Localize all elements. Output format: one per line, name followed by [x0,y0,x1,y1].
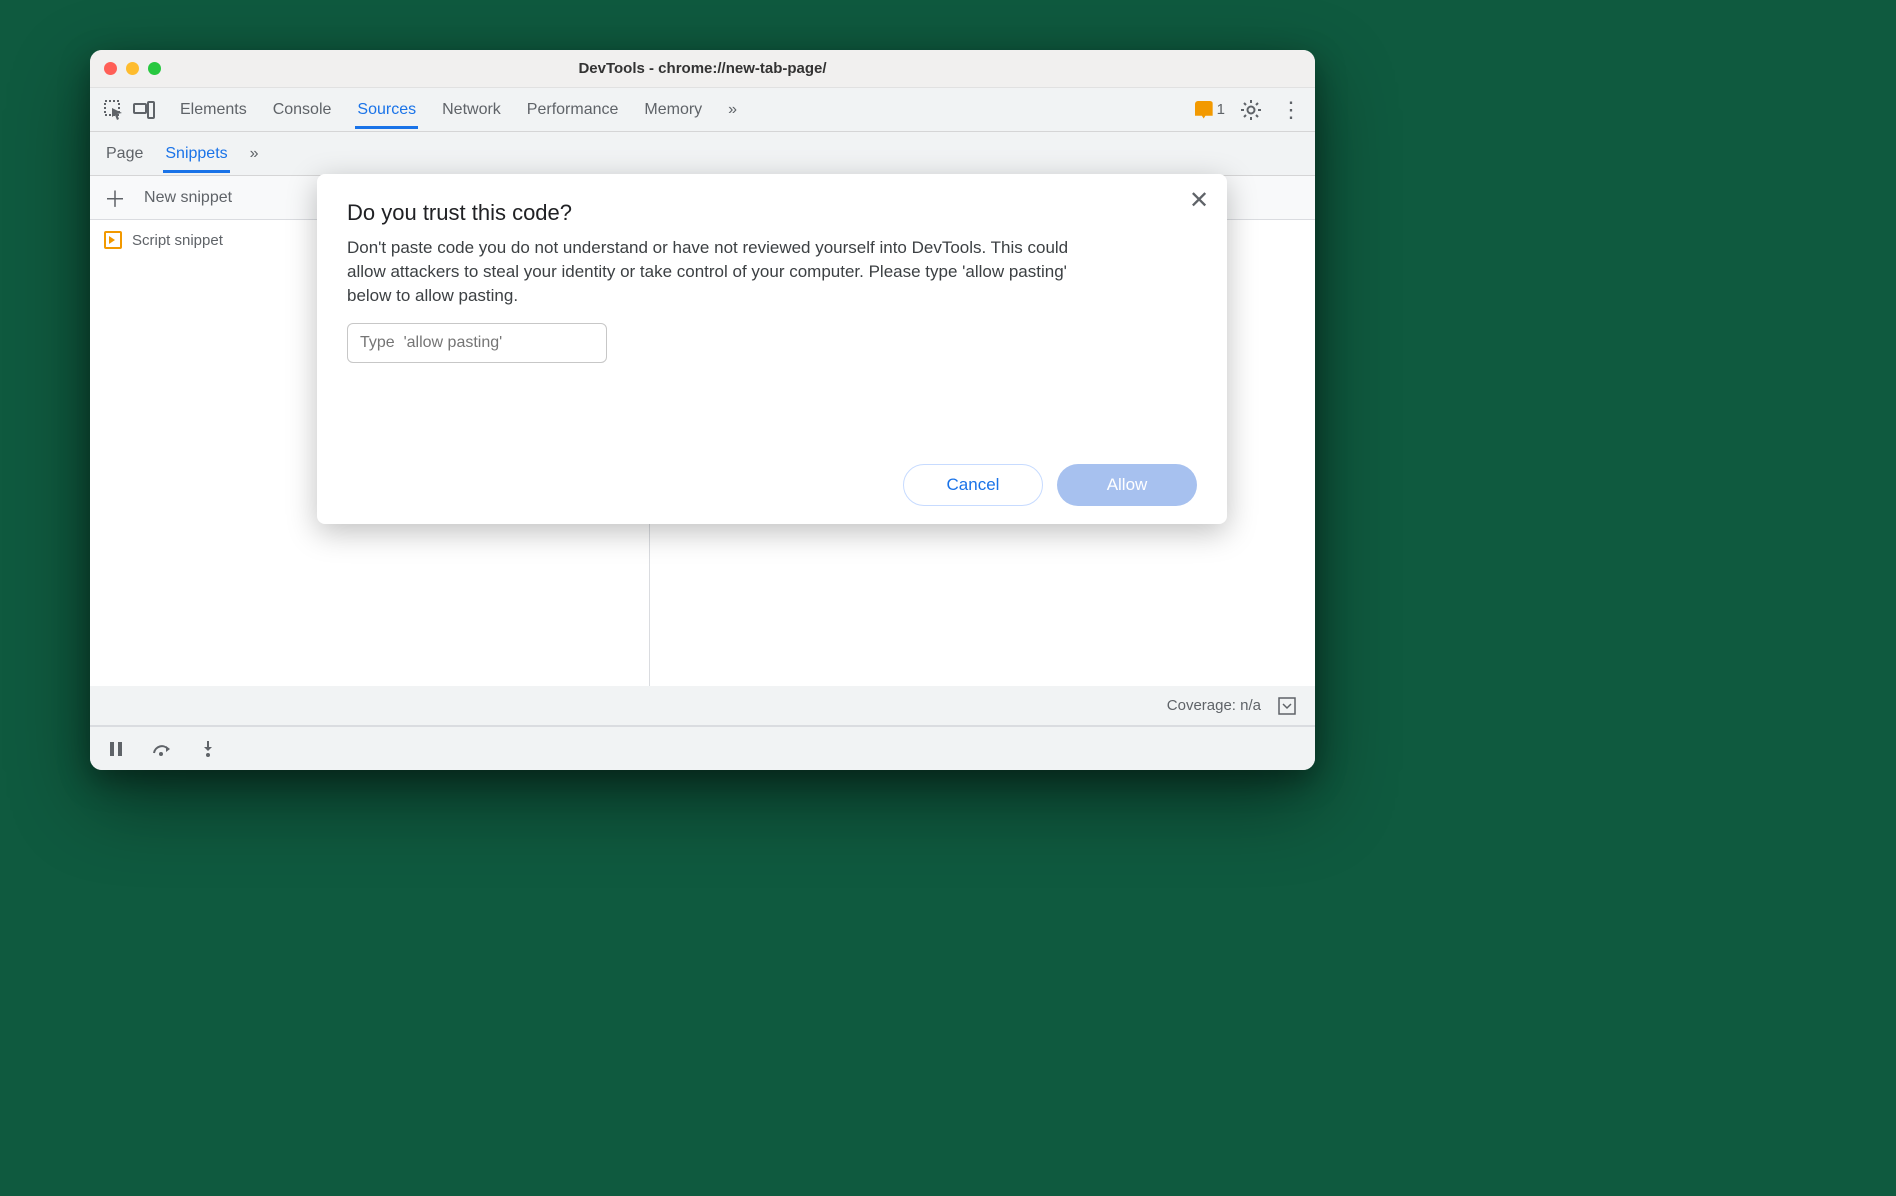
trust-code-dialog: ✕ Do you trust this code? Don't paste co… [317,174,1227,524]
main-tabs: Elements Console Sources Network Perform… [90,88,1315,132]
cancel-button[interactable]: Cancel [903,464,1043,506]
coverage-dropdown-icon[interactable] [1273,692,1301,720]
debugger-toolbar [90,726,1315,770]
dialog-body: Don't paste code you do not understand o… [347,236,1087,307]
coverage-label: Coverage: n/a [1167,697,1261,714]
more-menu-icon[interactable]: ⋮ [1277,96,1305,124]
tab-console[interactable]: Console [271,91,334,129]
close-icon[interactable]: ✕ [1185,186,1213,214]
tab-list: Elements Console Sources Network Perform… [178,91,1193,129]
zoom-window-button[interactable] [148,62,161,75]
subtab-page[interactable]: Page [104,135,145,173]
close-window-button[interactable] [104,62,117,75]
inspect-element-icon[interactable] [100,96,128,124]
minimize-window-button[interactable] [126,62,139,75]
subtab-overflow[interactable]: » [248,135,261,173]
device-toolbar-icon[interactable] [130,96,158,124]
tab-performance[interactable]: Performance [525,91,621,129]
pause-icon[interactable] [102,735,130,763]
step-over-icon[interactable] [148,735,176,763]
warning-icon [1195,101,1213,119]
tab-elements[interactable]: Elements [178,91,249,129]
dialog-title: Do you trust this code? [347,200,1197,226]
devtools-window: DevTools - chrome://new-tab-page/ Elemen… [90,50,1315,770]
window-controls [104,62,161,75]
plus-icon[interactable]: ＋ [104,182,126,214]
tab-sources[interactable]: Sources [355,91,418,129]
tab-overflow[interactable]: » [726,91,739,129]
tab-memory[interactable]: Memory [642,91,704,129]
snippet-file-icon [104,231,122,249]
allow-button[interactable]: Allow [1057,464,1197,506]
warnings-count: 1 [1217,101,1225,118]
new-snippet-button[interactable]: New snippet [144,189,232,207]
settings-icon[interactable] [1237,96,1265,124]
warnings-badge[interactable]: 1 [1195,101,1225,119]
step-into-icon[interactable] [194,735,222,763]
tab-network[interactable]: Network [440,91,503,129]
sources-subtabs: Page Snippets » [90,132,1315,176]
allow-pasting-input[interactable] [347,323,607,363]
snippet-name: Script snippet [132,232,223,249]
coverage-bar: Coverage: n/a [90,686,1315,726]
titlebar: DevTools - chrome://new-tab-page/ [90,50,1315,88]
subtab-snippets[interactable]: Snippets [163,135,229,173]
window-title: DevTools - chrome://new-tab-page/ [90,60,1315,77]
